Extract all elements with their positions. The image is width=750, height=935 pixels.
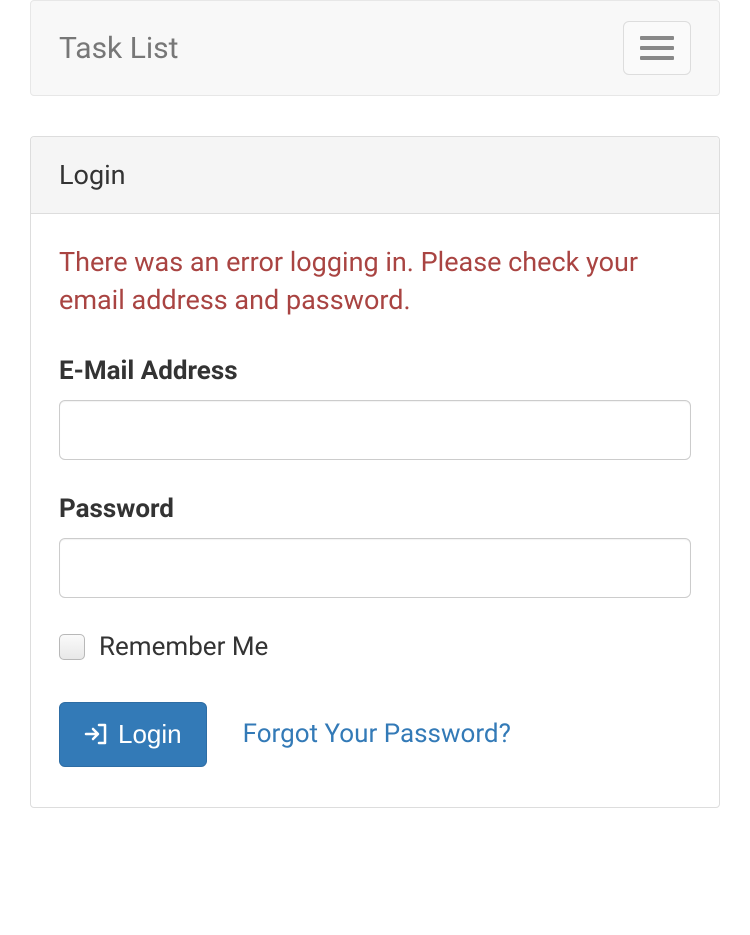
login-panel: Login There was an error logging in. Ple… — [30, 136, 720, 808]
hamburger-icon — [640, 36, 674, 40]
login-button[interactable]: Login — [59, 702, 207, 767]
sign-in-icon — [84, 723, 108, 745]
hamburger-menu-button[interactable] — [623, 21, 691, 75]
navbar-brand[interactable]: Task List — [59, 31, 178, 66]
panel-heading: Login — [31, 137, 719, 214]
login-button-label: Login — [118, 719, 182, 750]
hamburger-icon — [640, 56, 674, 60]
email-field[interactable] — [59, 400, 691, 460]
panel-body: There was an error logging in. Please ch… — [31, 214, 719, 807]
button-row: Login Forgot Your Password? — [59, 702, 691, 767]
forgot-password-link[interactable]: Forgot Your Password? — [243, 719, 511, 749]
email-form-group: E-Mail Address — [59, 356, 691, 460]
password-form-group: Password — [59, 494, 691, 598]
password-field[interactable] — [59, 538, 691, 598]
hamburger-icon — [640, 46, 674, 50]
remember-me-checkbox[interactable] — [59, 634, 85, 660]
remember-me-label: Remember Me — [99, 632, 268, 662]
password-label: Password — [59, 494, 691, 524]
email-label: E-Mail Address — [59, 356, 691, 386]
error-message: There was an error logging in. Please ch… — [59, 244, 691, 320]
navbar: Task List — [30, 0, 720, 96]
remember-me-row: Remember Me — [59, 632, 691, 662]
